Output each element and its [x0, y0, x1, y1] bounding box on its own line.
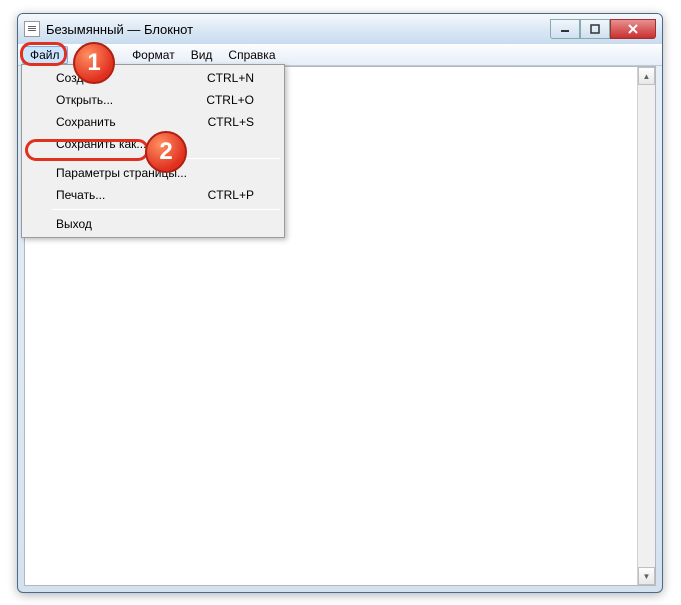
menu-item-pagesetup[interactable]: Параметры страницы...: [24, 162, 282, 184]
notepad-icon: [24, 21, 40, 37]
menu-item-label: Создать: [56, 71, 102, 85]
maximize-icon: [590, 24, 600, 34]
titlebar[interactable]: Безымянный — Блокнот: [18, 14, 662, 44]
menu-item-shortcut: CTRL+N: [207, 71, 254, 85]
menu-item-label: Сохранить: [56, 115, 116, 129]
vertical-scrollbar[interactable]: ▲ ▼: [637, 67, 655, 585]
menu-item-label: Сохранить как...: [56, 137, 146, 151]
window-controls: [550, 19, 656, 39]
window-title: Безымянный — Блокнот: [46, 22, 550, 37]
menu-item-open[interactable]: Открыть... CTRL+O: [24, 89, 282, 111]
menu-item-saveas[interactable]: Сохранить как...: [24, 133, 282, 155]
scroll-up-button[interactable]: ▲: [638, 67, 655, 85]
menu-item-print[interactable]: Печать... CTRL+P: [24, 184, 282, 206]
maximize-button[interactable]: [580, 19, 610, 39]
menu-item-exit[interactable]: Выход: [24, 213, 282, 235]
menu-item-shortcut: CTRL+P: [208, 188, 254, 202]
menu-item-save[interactable]: Сохранить CTRL+S: [24, 111, 282, 133]
menu-view[interactable]: Вид: [183, 46, 221, 64]
minimize-button[interactable]: [550, 19, 580, 39]
menu-item-shortcut: CTRL+S: [208, 115, 254, 129]
menubar: Файл Правка Формат Вид Справка: [18, 44, 662, 66]
minimize-icon: [560, 24, 570, 34]
menu-file[interactable]: Файл: [22, 46, 68, 64]
file-dropdown-menu: Создать CTRL+N Открыть... CTRL+O Сохрани…: [21, 64, 285, 238]
scroll-down-button[interactable]: ▼: [638, 567, 655, 585]
menu-format[interactable]: Формат: [124, 46, 183, 64]
close-icon: [627, 23, 639, 35]
menu-item-label: Выход: [56, 217, 92, 231]
menu-help[interactable]: Справка: [220, 46, 283, 64]
menu-separator: [52, 209, 280, 210]
menu-item-shortcut: CTRL+O: [206, 93, 254, 107]
close-button[interactable]: [610, 19, 656, 39]
menu-item-new[interactable]: Создать CTRL+N: [24, 67, 282, 89]
menu-item-label: Открыть...: [56, 93, 113, 107]
menu-item-label: Параметры страницы...: [56, 166, 187, 180]
menu-item-label: Печать...: [56, 188, 105, 202]
menu-separator: [52, 158, 280, 159]
